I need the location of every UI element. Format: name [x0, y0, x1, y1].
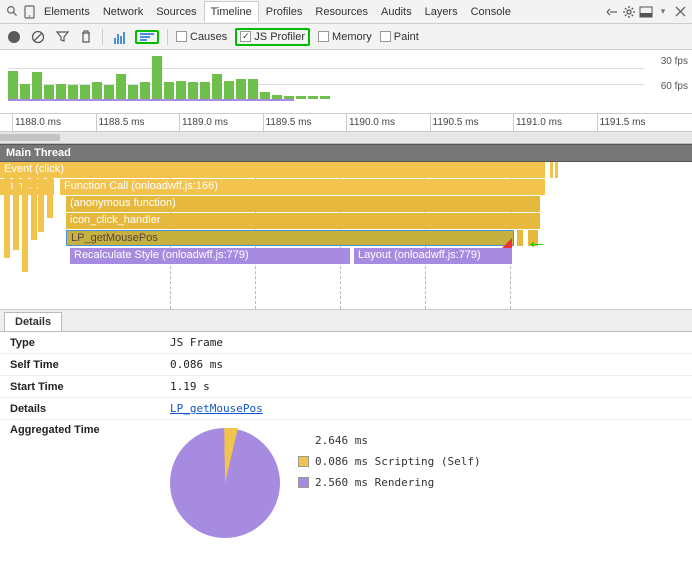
tab-resources[interactable]: Resources — [309, 2, 374, 22]
details-tab[interactable]: Details — [4, 312, 62, 331]
jsprofiler-checkbox[interactable]: ✓JS Profiler — [240, 31, 305, 43]
legend-rendering: 2.560 ms Rendering — [315, 476, 434, 489]
frame-recalc-style[interactable]: Recalculate Style (onloadwff.js:779) — [70, 248, 350, 264]
clear-button[interactable] — [30, 29, 46, 45]
devtools-tabstrip: Elements Network Sources Timeline Profil… — [0, 0, 692, 24]
pie-slice-scripting — [224, 428, 239, 483]
overview-chart[interactable]: 30 fps 60 fps — [0, 50, 692, 114]
search-icon[interactable] — [4, 4, 20, 20]
flame-view-button[interactable] — [135, 30, 159, 44]
detail-key-aggtime: Aggregated Time — [0, 420, 165, 440]
details-body: Type JS Frame Self Time 0.086 ms Start T… — [0, 332, 692, 564]
tick: 1188.5 ms — [96, 114, 180, 131]
tick: 1191.0 ms — [513, 114, 597, 131]
memory-label: Memory — [332, 31, 372, 43]
tab-elements[interactable]: Elements — [38, 2, 96, 22]
settings-gear-icon[interactable] — [621, 4, 637, 20]
tab-audits[interactable]: Audits — [375, 2, 418, 22]
tab-network[interactable]: Network — [97, 2, 149, 22]
frame-anonymous[interactable]: (anonymous function) — [66, 196, 540, 212]
tick: 1191.5 ms — [597, 114, 681, 131]
jsprofiler-label: JS Profiler — [254, 31, 305, 43]
tick: 1188.0 ms — [12, 114, 96, 131]
causes-label: Causes — [190, 31, 227, 43]
garbage-icon[interactable] — [78, 29, 94, 45]
fps-labels: 30 fps 60 fps — [661, 56, 688, 92]
dock-chevron-icon[interactable]: ▾ — [655, 4, 671, 20]
frame-function-call[interactable]: Function Call (onloadwff.js:166) — [60, 179, 545, 195]
causes-checkbox[interactable]: Causes — [176, 31, 227, 43]
legend-scripting: 0.086 ms Scripting (Self) — [315, 455, 481, 468]
tab-console[interactable]: Console — [465, 2, 517, 22]
tick: 1189.5 ms — [263, 114, 347, 131]
swatch-scripting — [298, 456, 309, 467]
details-tabbar: Details — [0, 310, 692, 332]
thread-header[interactable]: Main Thread — [0, 144, 692, 162]
legend-total: 2.646 ms — [315, 434, 368, 447]
detail-val-details-link[interactable]: LP_getMousePos — [170, 402, 263, 415]
frame-lp-getmousepos[interactable]: LP_getMousePos — [66, 230, 514, 246]
tab-layers[interactable]: Layers — [419, 2, 464, 22]
pie-legend: 2.646 ms 0.086 ms Scripting (Self) 2.560… — [298, 428, 481, 489]
frame-event-click[interactable]: Event (click) — [0, 162, 545, 178]
time-axis: 1188.0 ms 1188.5 ms 1189.0 ms 1189.5 ms … — [0, 114, 692, 132]
bars-view-icon[interactable] — [111, 29, 127, 45]
tick: 1189.0 ms — [179, 114, 263, 131]
detail-key-details: Details — [0, 399, 165, 419]
drawer-icon[interactable] — [604, 4, 620, 20]
tab-sources[interactable]: Sources — [150, 2, 202, 22]
detail-val-starttime: 1.19 s — [165, 376, 215, 397]
warning-triangle-icon — [502, 238, 512, 248]
swatch-rendering — [298, 477, 309, 488]
detail-key-starttime: Start Time — [0, 377, 165, 397]
annotation-arrow-icon: ← — [526, 228, 548, 254]
overview-bars — [8, 54, 644, 99]
paint-checkbox[interactable]: Paint — [380, 31, 419, 43]
frame-icon-click-handler[interactable]: icon_click_handler — [66, 213, 540, 229]
close-icon[interactable] — [672, 4, 688, 20]
tab-profiles[interactable]: Profiles — [260, 2, 309, 22]
paint-label: Paint — [394, 31, 419, 43]
detail-key-type: Type — [0, 333, 165, 353]
fps-60: 60 fps — [661, 81, 688, 92]
detail-key-selftime: Self Time — [0, 355, 165, 375]
tick: 1190.5 ms — [430, 114, 514, 131]
memory-checkbox[interactable]: Memory — [318, 31, 372, 43]
aggregated-pie-chart — [170, 428, 280, 538]
timeline-toolbar: Causes ✓JS Profiler Memory Paint — [0, 24, 692, 50]
record-button[interactable] — [6, 29, 22, 45]
scrollbar-thumb[interactable] — [0, 134, 60, 141]
tab-timeline[interactable]: Timeline — [204, 1, 259, 22]
detail-val-selftime: 0.086 ms — [165, 354, 228, 375]
dock-icon[interactable] — [638, 4, 654, 20]
overview-scrollbar[interactable] — [0, 132, 692, 144]
device-icon[interactable] — [21, 4, 37, 20]
detail-val-type: JS Frame — [165, 332, 228, 353]
frame-layout[interactable]: Layout (onloadwff.js:779) — [354, 248, 512, 264]
overview-rendering-strip — [8, 99, 644, 101]
filter-icon[interactable] — [54, 29, 70, 45]
tick: 1190.0 ms — [346, 114, 430, 131]
flame-chart[interactable]: Event (click) Func…54) Function Call (on… — [0, 162, 692, 310]
jsprofiler-highlight: ✓JS Profiler — [235, 28, 310, 46]
fps-30: 30 fps — [661, 56, 688, 67]
